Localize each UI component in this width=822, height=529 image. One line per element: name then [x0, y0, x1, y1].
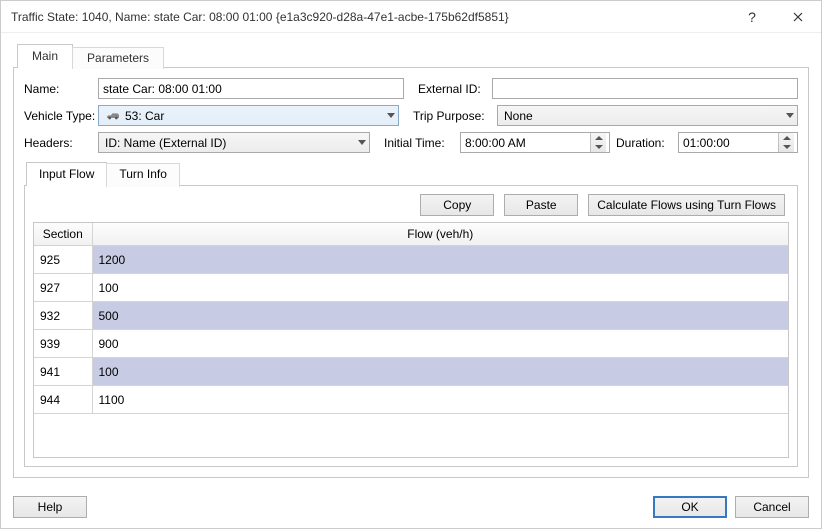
window-title: Traffic State: 1040, Name: state Car: 08…: [11, 10, 729, 24]
spin-down[interactable]: [591, 143, 606, 153]
close-icon: [793, 12, 803, 22]
spin-buttons[interactable]: [590, 133, 606, 152]
table-blank-area: [34, 414, 788, 457]
col-header-section[interactable]: Section: [34, 223, 92, 246]
spin-up[interactable]: [779, 133, 794, 143]
initial-time-label: Initial Time:: [384, 136, 454, 150]
initial-time-spinner[interactable]: 8:00:00 AM: [460, 132, 610, 153]
input-flow-panel: Copy Paste Calculate Flows using Turn Fl…: [24, 185, 798, 467]
title-bar: Traffic State: 1040, Name: state Car: 08…: [1, 1, 821, 33]
spin-up[interactable]: [591, 133, 606, 143]
trip-purpose-value: None: [502, 109, 533, 123]
headers-label: Headers:: [24, 136, 92, 150]
table-row[interactable]: 932 500: [34, 302, 788, 330]
table-row[interactable]: 941 100: [34, 358, 788, 386]
flow-table[interactable]: Section Flow (veh/h) 925 1200 927 100: [34, 223, 788, 414]
flow-table-container: Section Flow (veh/h) 925 1200 927 100: [33, 222, 789, 458]
cell-flow[interactable]: 100: [92, 274, 788, 302]
row-headers: Headers: ID: Name (External ID) Initial …: [24, 132, 798, 153]
sub-tabs: Input Flow Turn Info: [26, 161, 798, 185]
headers-combo[interactable]: ID: Name (External ID): [98, 132, 370, 153]
cell-section[interactable]: 944: [34, 386, 92, 414]
cell-flow[interactable]: 900: [92, 330, 788, 358]
ok-button[interactable]: OK: [653, 496, 727, 518]
cell-flow[interactable]: 1100: [92, 386, 788, 414]
name-label: Name:: [24, 82, 92, 96]
spin-down[interactable]: [779, 143, 794, 153]
cell-flow[interactable]: 100: [92, 358, 788, 386]
paste-button[interactable]: Paste: [504, 194, 578, 216]
vehicle-type-label: Vehicle Type:: [24, 109, 92, 123]
vehicle-type-combo[interactable]: 53: Car: [98, 105, 399, 126]
table-row[interactable]: 925 1200: [34, 246, 788, 274]
trip-purpose-label: Trip Purpose:: [413, 109, 491, 123]
cell-section[interactable]: 939: [34, 330, 92, 358]
cell-flow[interactable]: 500: [92, 302, 788, 330]
main-panel: Name: External ID: Vehicle Type: 53: Car…: [13, 67, 809, 478]
cell-section[interactable]: 927: [34, 274, 92, 302]
cell-section[interactable]: 941: [34, 358, 92, 386]
cell-section[interactable]: 925: [34, 246, 92, 274]
tab-parameters[interactable]: Parameters: [72, 47, 164, 69]
spin-buttons[interactable]: [778, 133, 794, 152]
table-row[interactable]: 939 900: [34, 330, 788, 358]
table-row[interactable]: 927 100: [34, 274, 788, 302]
calculate-flows-button[interactable]: Calculate Flows using Turn Flows: [588, 194, 785, 216]
initial-time-value: 8:00:00 AM: [465, 136, 526, 150]
row-vehicletype: Vehicle Type: 53: Car Trip Purpose: None: [24, 105, 798, 126]
chevron-down-icon: [783, 145, 791, 149]
chevron-down-icon: [358, 140, 366, 145]
external-id-label: External ID:: [418, 82, 486, 96]
cell-flow[interactable]: 1200: [92, 246, 788, 274]
chevron-down-icon: [786, 113, 794, 118]
external-id-input[interactable]: [492, 78, 798, 99]
vehicle-type-value: 53: Car: [125, 109, 164, 123]
cancel-button[interactable]: Cancel: [735, 496, 809, 518]
chevron-down-icon: [595, 145, 603, 149]
col-header-flow[interactable]: Flow (veh/h): [92, 223, 788, 246]
chevron-up-icon: [595, 136, 603, 140]
table-actions: Copy Paste Calculate Flows using Turn Fl…: [33, 194, 789, 216]
tab-main[interactable]: Main: [17, 44, 73, 68]
duration-label: Duration:: [616, 136, 672, 150]
help-button[interactable]: Help: [13, 496, 87, 518]
tab-input-flow[interactable]: Input Flow: [26, 162, 107, 186]
duration-value: 01:00:00: [683, 136, 730, 150]
car-icon: [105, 111, 121, 121]
tab-turn-info[interactable]: Turn Info: [106, 163, 180, 187]
chevron-down-icon: [387, 113, 395, 118]
row-name: Name: External ID:: [24, 78, 798, 99]
top-tabs: Main Parameters: [17, 43, 809, 67]
headers-value: ID: Name (External ID): [103, 136, 226, 150]
table-row[interactable]: 944 1100: [34, 386, 788, 414]
duration-spinner[interactable]: 01:00:00: [678, 132, 798, 153]
trip-purpose-combo[interactable]: None: [497, 105, 798, 126]
chevron-up-icon: [783, 136, 791, 140]
copy-button[interactable]: Copy: [420, 194, 494, 216]
cell-section[interactable]: 932: [34, 302, 92, 330]
name-input[interactable]: [98, 78, 404, 99]
dialog-footer: Help OK Cancel: [1, 486, 821, 528]
dialog-body: Main Parameters Name: External ID: Vehic…: [1, 33, 821, 486]
help-titlebar-button[interactable]: ?: [729, 1, 775, 33]
close-button[interactable]: [775, 1, 821, 33]
